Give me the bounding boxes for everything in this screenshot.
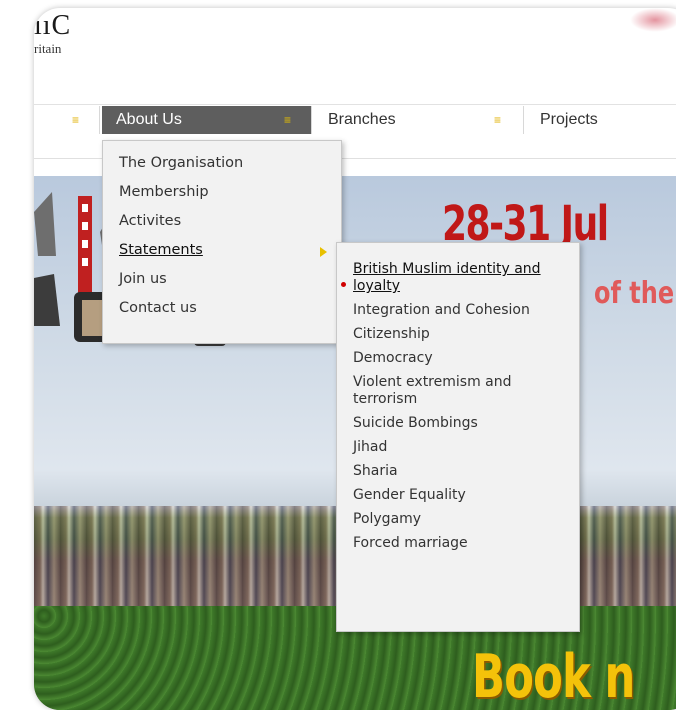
menu-item-statements[interactable]: Statements [103, 236, 341, 265]
header-decoration [630, 8, 676, 32]
chevron-down-icon: ≡ [494, 113, 502, 127]
submenu-item-integration-and-cohesion[interactable]: Integration and Cohesion [337, 298, 579, 322]
site-logo[interactable]: ııC [34, 12, 71, 40]
menu-item-contact-us[interactable]: Contact us [103, 294, 341, 323]
menu-item-membership[interactable]: Membership [103, 178, 341, 207]
header: ııC ritain [34, 8, 676, 104]
nav-item-label: Branches [328, 111, 396, 128]
menu-item-label: Statements [119, 242, 203, 258]
submenu-item-violent-extremism[interactable]: Violent extremism and terrorism [337, 370, 579, 411]
submenu-item-polygamy[interactable]: Polygamy [337, 507, 579, 531]
submenu-item-label: British Muslim identity and loyalty [353, 261, 541, 294]
page-frame: ııC ritain ≡ About Us ≡ Branches ≡ Proje… [34, 8, 676, 710]
submenu-item-sharia[interactable]: Sharia [337, 459, 579, 483]
statements-submenu: British Muslim identity and loyalty Inte… [336, 242, 580, 632]
submenu-item-gender-equality[interactable]: Gender Equality [337, 483, 579, 507]
submenu-arrow-icon [320, 247, 327, 257]
nav-item-branches[interactable]: Branches ≡ [314, 106, 524, 134]
submenu-item-forced-marriage[interactable]: Forced marriage [337, 531, 579, 555]
submenu-item-british-muslim-identity[interactable]: British Muslim identity and loyalty [337, 257, 579, 298]
nav-item-projects[interactable]: Projects [526, 106, 676, 134]
nav-item-label: Projects [540, 111, 598, 128]
submenu-item-democracy[interactable]: Democracy [337, 346, 579, 370]
main-nav: ≡ About Us ≡ Branches ≡ Projects [34, 104, 676, 142]
nav-item-previous[interactable]: ≡ [34, 106, 100, 134]
menu-item-the-organisation[interactable]: The Organisation [103, 149, 341, 178]
bullet-icon [341, 282, 346, 287]
menu-item-activites[interactable]: Activites [103, 207, 341, 236]
book-now-cta[interactable]: Book n [472, 642, 635, 710]
nav-item-label: About Us [116, 111, 182, 128]
submenu-item-jihad[interactable]: Jihad [337, 435, 579, 459]
about-us-dropdown: The Organisation Membership Activites St… [102, 140, 342, 344]
nav-item-about-us[interactable]: About Us ≡ [102, 106, 312, 134]
submenu-item-suicide-bombings[interactable]: Suicide Bombings [337, 411, 579, 435]
banner-subtitle: of the Y [594, 276, 676, 311]
chevron-down-icon: ≡ [284, 113, 292, 127]
submenu-item-citizenship[interactable]: Citizenship [337, 322, 579, 346]
site-logo-subtext: ritain [34, 41, 62, 56]
chevron-down-icon: ≡ [72, 113, 80, 127]
menu-item-join-us[interactable]: Join us [103, 265, 341, 294]
